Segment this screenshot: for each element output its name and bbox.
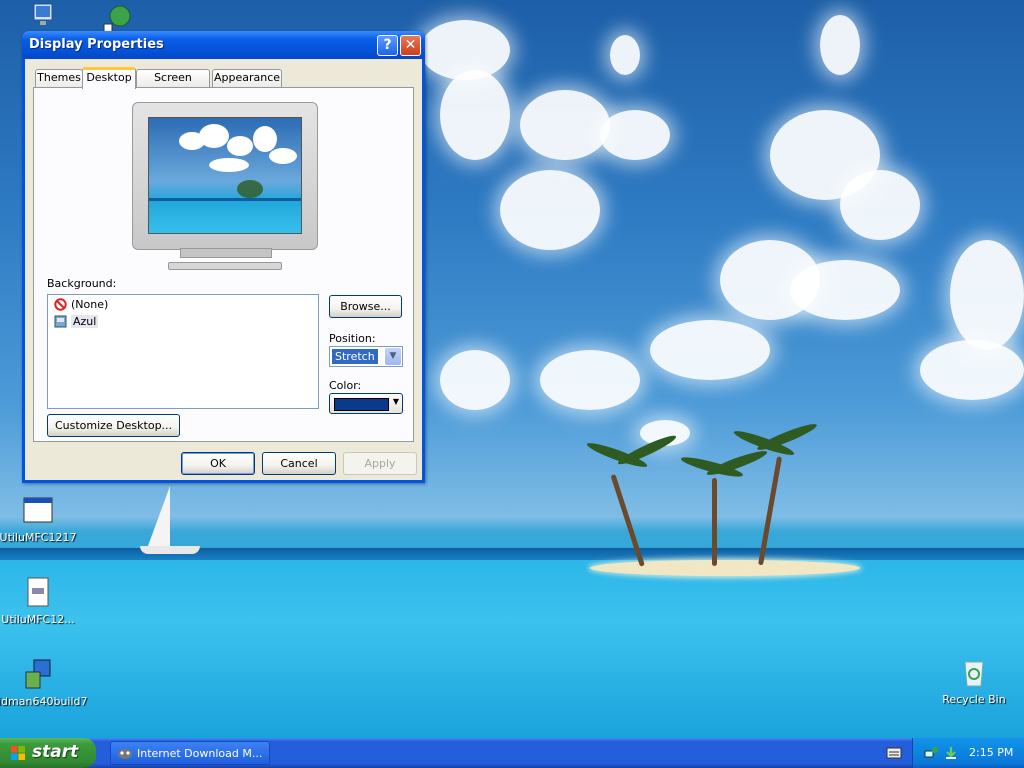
cloud [540,350,640,410]
dialog-body: Themes Desktop Screen Saver Appearance [25,59,422,480]
cloud [600,110,670,160]
color-swatch [334,398,389,411]
sailboat [148,486,170,546]
idm-icon [118,749,132,759]
monitor-stand [180,248,272,258]
list-item-azul[interactable]: Azul [54,314,99,330]
position-value: Stretch [332,349,378,364]
sea [0,560,1024,738]
position-select[interactable]: Stretch ▼ [329,346,403,367]
background-list[interactable]: (None) Azul [47,294,319,409]
help-button[interactable]: ? [377,35,398,56]
color-label: Color: [329,379,362,392]
desktop-icon-utilumfc1217[interactable]: UtiluMFC1217 [0,494,78,544]
close-button[interactable]: ✕ [400,35,421,56]
bitmap-icon [54,315,67,328]
cloud [500,170,600,250]
tab-themes[interactable]: Themes [35,69,83,87]
desktop-icon-utilumfc12[interactable]: UtiluMFC12... [0,576,78,626]
globe-icon [103,5,131,33]
tab-appearance[interactable]: Appearance [212,69,282,87]
browse-button[interactable]: Browse... [329,295,402,318]
position-label: Position: [329,332,376,345]
installer-icon [25,659,51,689]
windows-logo-icon [11,746,25,760]
cloud [440,70,510,160]
wallpaper-preview-monitor [132,102,318,250]
start-button[interactable]: start [0,738,96,768]
taskbar: start Internet Download M... 2:15 PM [0,738,1024,768]
cloud [440,350,510,410]
window-title: Display Properties [29,37,164,52]
customize-desktop-button[interactable]: Customize Desktop... [47,414,180,437]
my-computer-icon [33,3,53,25]
none-icon [54,298,67,311]
title-bar[interactable]: Display Properties ? ✕ [22,31,425,59]
document-icon [27,577,49,607]
wallpaper-preview [148,117,302,234]
cloud [820,15,860,75]
download-manager-tray-icon[interactable] [943,745,959,761]
background-label: Background: [47,277,117,290]
desktop-icon-recycle-bin[interactable]: Recycle Bin [934,656,1014,706]
cloud [650,320,770,380]
cloud [950,240,1024,350]
recycle-bin-icon [964,661,984,687]
ok-button[interactable]: OK [181,452,255,475]
sailboat-hull [140,546,200,554]
window-app-icon [23,497,53,523]
chevron-down-icon: ▼ [392,397,399,406]
cloud [520,90,610,160]
desktop-tab-panel: Background: (None) Azul Browse... Positi… [33,87,414,442]
network-icon[interactable] [923,745,939,761]
close-icon: ✕ [404,37,417,53]
clock: 2:15 PM [969,746,1014,759]
island [590,560,860,576]
tab-screen-saver[interactable]: Screen Saver [136,69,210,100]
question-mark-icon: ? [383,37,392,53]
system-tray: 2:15 PM [912,738,1024,768]
cloud [920,340,1024,400]
tab-desktop[interactable]: Desktop [82,67,136,89]
cloud [790,260,900,320]
color-picker-button[interactable]: ▼ [329,393,403,414]
cloud [610,35,640,75]
taskbar-item-internet-download-manager[interactable]: Internet Download M... [110,741,270,765]
palm-trunk [712,478,717,566]
chevron-down-icon[interactable]: ▼ [385,348,401,365]
list-item-none[interactable]: (None) [54,297,108,313]
monitor-base [168,262,282,270]
desktop-icon-idman640build7[interactable]: idman640build7 [0,658,88,708]
cloud [840,170,920,240]
display-properties-window: Display Properties ? ✕ Themes Desktop Sc… [22,31,425,483]
keyboard-icon[interactable] [886,746,902,760]
apply-button[interactable]: Apply [343,452,417,475]
cancel-button[interactable]: Cancel [262,452,336,475]
start-label: start [32,742,79,762]
